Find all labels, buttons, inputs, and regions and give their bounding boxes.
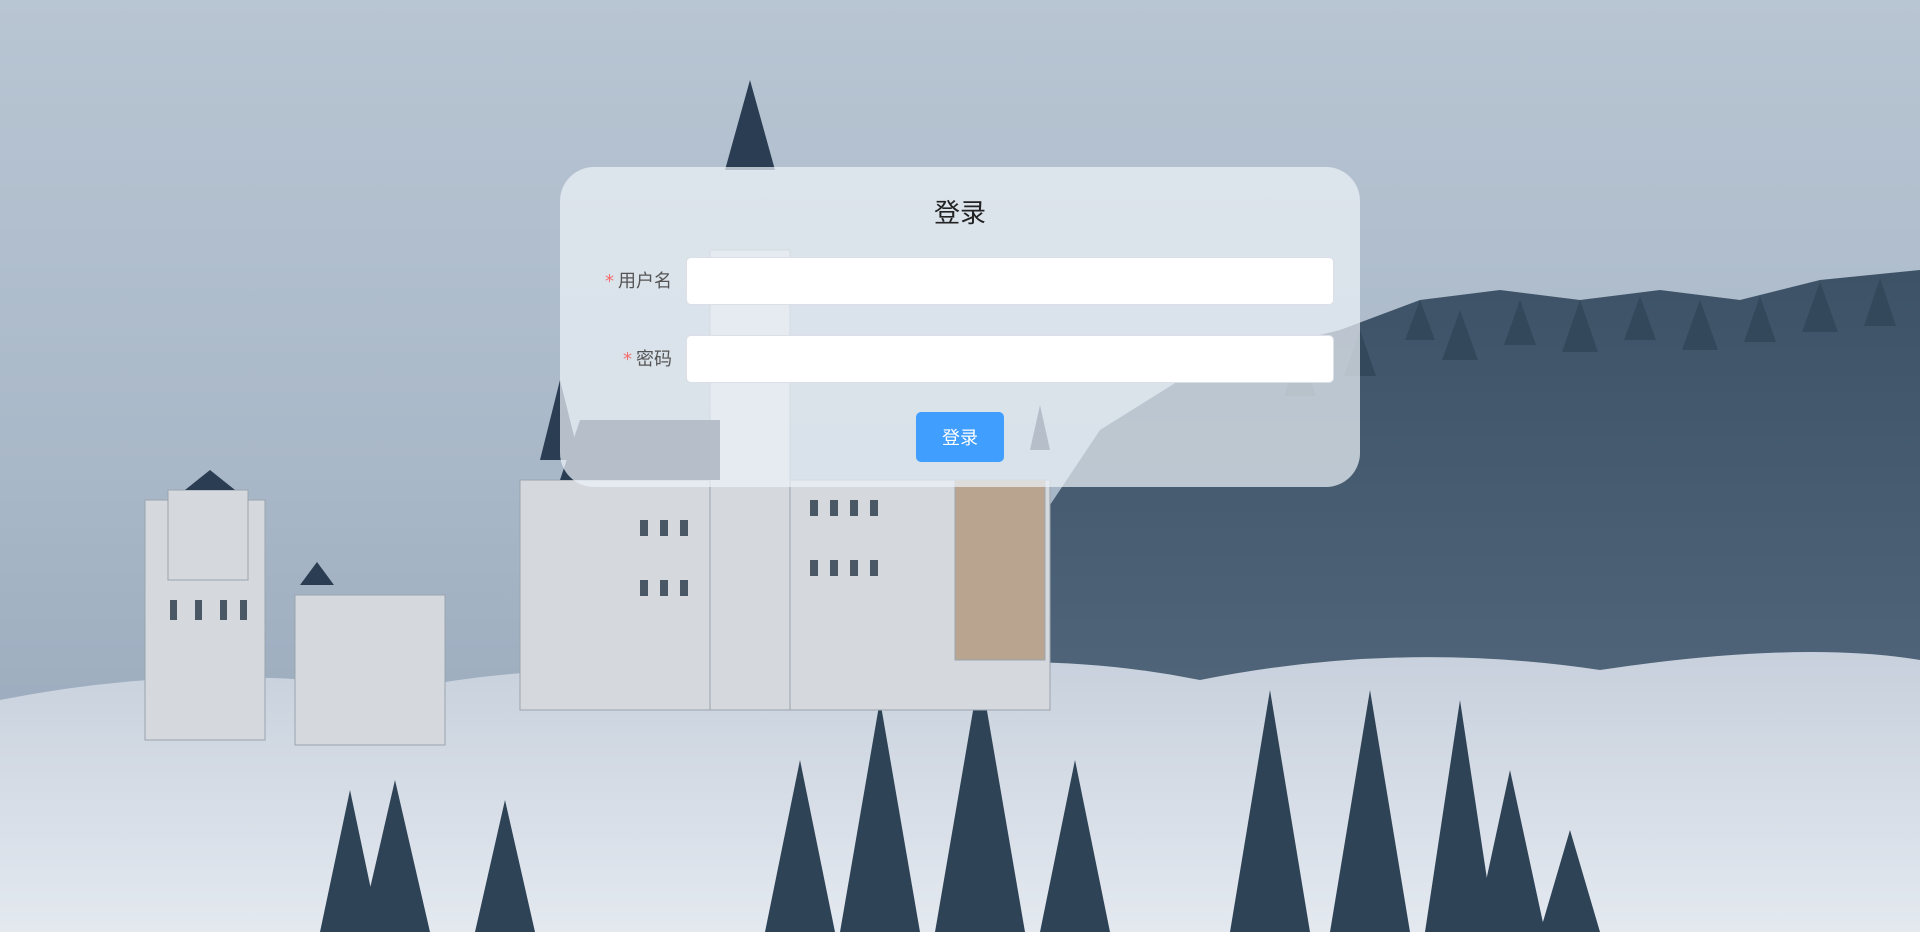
required-mark: * — [623, 349, 632, 370]
login-form-card: 登录 * 用户名 * 密码 登录 — [560, 167, 1360, 487]
login-button[interactable]: 登录 — [916, 412, 1004, 462]
password-input[interactable] — [686, 335, 1334, 383]
required-mark: * — [605, 271, 614, 292]
login-title: 登录 — [933, 199, 986, 229]
username-input[interactable] — [686, 257, 1334, 305]
username-label: * 用户名 — [560, 257, 672, 307]
username-label-text: 用户名 — [618, 271, 672, 292]
password-row: * 密码 — [560, 335, 1360, 385]
username-row: * 用户名 — [560, 257, 1360, 307]
password-label-text: 密码 — [636, 349, 672, 370]
password-label: * 密码 — [560, 335, 672, 385]
login-page: 登录 * 用户名 * 密码 登录 — [0, 0, 1920, 932]
